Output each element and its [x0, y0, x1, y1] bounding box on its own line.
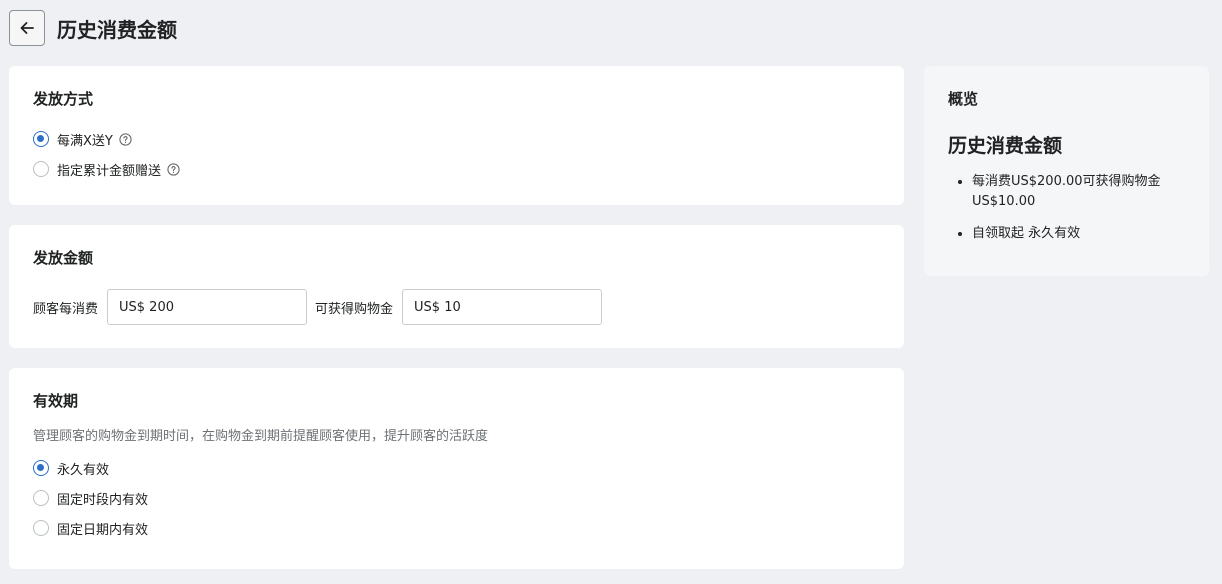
question-circle-icon[interactable] — [167, 162, 180, 176]
distribution-method-card: 发放方式 每满X送Y 指定累计金额赠送 — [9, 66, 904, 205]
overview-heading: 历史消费金额 — [948, 135, 1063, 157]
reward-amount-input[interactable] — [402, 289, 603, 325]
validity-option-permanent[interactable]: 永久有效 — [33, 458, 880, 478]
validity-option-label: 固定时段内有效 — [57, 492, 149, 508]
radio-every-x-get-y[interactable] — [33, 131, 49, 147]
page-title: 历史消费金额 — [57, 17, 177, 42]
distribution-amount-title: 发放金额 — [33, 249, 94, 267]
distribution-method-title: 发放方式 — [33, 90, 94, 108]
overview-list: 每消费US$200.00可获得购物金US$10.00 自领取起 永久有效 — [948, 172, 1185, 244]
distribution-method-options: 每满X送Y 指定累计金额赠送 — [33, 129, 880, 179]
reward-label: 可获得购物金 — [315, 301, 394, 317]
radio-fixed-date[interactable] — [33, 520, 49, 536]
overview-item: 每消费US$200.00可获得购物金US$10.00 — [972, 172, 1185, 212]
validity-options: 永久有效 固定时段内有效 固定日期内有效 — [33, 458, 880, 538]
validity-option-fixed-date[interactable]: 固定日期内有效 — [33, 518, 880, 538]
radio-fixed-period[interactable] — [33, 490, 49, 506]
validity-title: 有效期 — [33, 392, 79, 410]
method-option-every-x-get-y[interactable]: 每满X送Y — [33, 129, 880, 149]
overview-card: 概览 历史消费金额 每消费US$200.00可获得购物金US$10.00 自领取… — [924, 66, 1209, 276]
question-circle-icon[interactable] — [119, 132, 132, 146]
validity-option-fixed-period[interactable]: 固定时段内有效 — [33, 488, 880, 508]
distribution-amount-card: 发放金额 顾客每消费 可获得购物金 — [9, 225, 904, 348]
arrow-left-icon — [20, 22, 34, 34]
radio-cumulative-amount[interactable] — [33, 161, 49, 177]
method-option-label: 指定累计金额赠送 — [57, 163, 162, 179]
validity-card: 有效期 管理顾客的购物金到期时间，在购物金到期前提醒顾客使用，提升顾客的活跃度 … — [9, 368, 904, 569]
radio-permanent[interactable] — [33, 460, 49, 476]
spend-label: 顾客每消费 — [33, 301, 99, 317]
validity-option-label: 固定日期内有效 — [57, 522, 149, 538]
validity-description: 管理顾客的购物金到期时间，在购物金到期前提醒顾客使用，提升顾客的活跃度 — [33, 429, 489, 444]
method-option-label: 每满X送Y — [57, 133, 113, 149]
overview-item: 自领取起 永久有效 — [972, 224, 1185, 244]
method-option-cumulative-amount[interactable]: 指定累计金额赠送 — [33, 159, 880, 179]
spend-amount-input[interactable] — [107, 289, 308, 325]
page-header: 历史消费金额 — [9, 10, 177, 46]
amount-row: 顾客每消费 可获得购物金 — [33, 289, 880, 325]
overview-title: 概览 — [948, 90, 979, 108]
validity-option-label: 永久有效 — [57, 462, 110, 478]
back-button[interactable] — [9, 10, 45, 46]
